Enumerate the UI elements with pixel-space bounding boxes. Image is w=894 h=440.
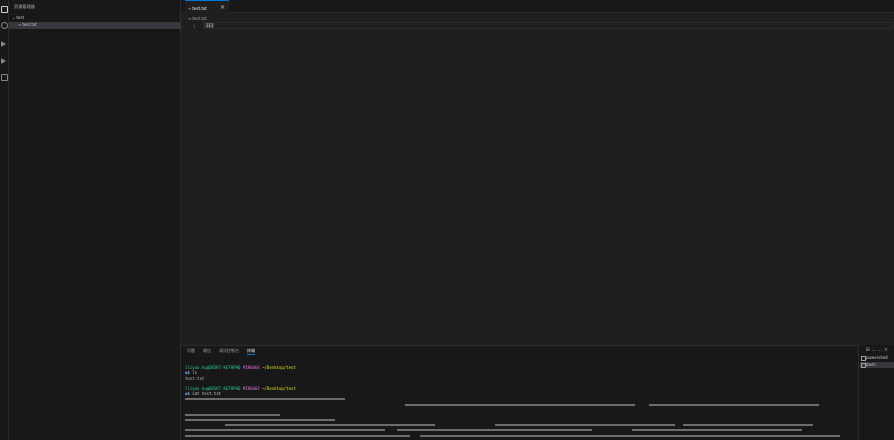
breadcrumb[interactable]: ≡test.txt [188, 16, 207, 21]
source-control-icon[interactable] [1, 41, 6, 47]
tab-problems[interactable]: 问题 [187, 348, 195, 355]
explorer-icon[interactable] [1, 6, 8, 13]
tab-label: test.txt [192, 6, 207, 11]
editor-line-text[interactable]: 111 [205, 23, 215, 28]
session-item-powershell[interactable]: powershell [860, 355, 894, 361]
panel-controls[interactable]: ⊞ ⌄ … × [866, 347, 888, 353]
terminal-output[interactable]: lliyao.hu@DESKT-KETHPHQ MINGW64 ~/Deskto… [185, 360, 855, 440]
text-file-icon: ≡ [188, 16, 192, 21]
breadcrumb-label: test.txt [192, 16, 207, 21]
file-item-test-txt[interactable]: ≡test.txt [9, 22, 181, 29]
text-file-icon: ≡ [18, 22, 22, 27]
tab-test-txt[interactable]: ≡test.txt × [185, 0, 229, 13]
current-line-highlight [203, 22, 893, 29]
file-label: test.txt [22, 22, 37, 27]
terminal-session-list: ⊞ ⌄ … × powershell bash [858, 345, 894, 440]
close-icon[interactable]: × [220, 4, 225, 11]
session-item-bash[interactable]: bash [860, 362, 894, 368]
chevron-down-icon: ⌄ [12, 15, 16, 20]
bottom-panel: 问题 输出 调试控制台 终端 lliyao.hu@DESKT-KETHPHQ M… [181, 345, 894, 440]
explorer-sidebar: 资源管理器 ⌄test ≡test.txt [9, 0, 181, 440]
tab-terminal[interactable]: 终端 [247, 348, 255, 355]
panel-tabs: 问题 输出 调试控制台 终端 [187, 348, 255, 355]
activity-bar [0, 0, 9, 440]
folder-label: test [16, 15, 25, 20]
tab-output[interactable]: 输出 [203, 348, 211, 355]
line-number: 1 [193, 24, 196, 29]
sidebar-title: 资源管理器 [14, 4, 35, 9]
search-icon[interactable] [1, 22, 8, 29]
run-debug-icon[interactable] [1, 58, 6, 64]
editor-area[interactable]: ≡test.txt × ≡test.txt 1 111 [181, 0, 894, 345]
folder-item-test[interactable]: ⌄test [9, 15, 181, 21]
extensions-icon[interactable] [1, 74, 8, 81]
tab-debug-console[interactable]: 调试控制台 [219, 348, 239, 355]
text-file-icon: ≡ [188, 6, 192, 11]
editor-tab-bar: ≡test.txt × [181, 0, 894, 13]
